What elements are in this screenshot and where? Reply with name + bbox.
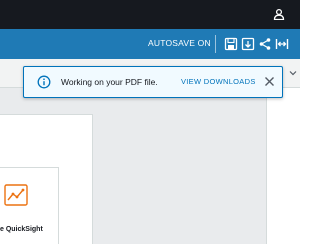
autosave-status[interactable]: AUTOSAVE ON xyxy=(148,38,211,48)
download-icon[interactable] xyxy=(241,37,255,51)
toolbar-divider xyxy=(215,35,216,53)
visual-card[interactable]: e QuickSight xyxy=(0,167,59,244)
user-icon[interactable] xyxy=(273,8,285,20)
chevron-down-icon[interactable] xyxy=(289,69,297,77)
analysis-canvas: e QuickSight xyxy=(0,88,300,244)
fit-width-icon[interactable] xyxy=(275,37,289,51)
share-icon[interactable] xyxy=(258,37,272,51)
line-chart-icon xyxy=(4,184,28,206)
analysis-toolbar: AUTOSAVE ON xyxy=(0,29,300,59)
right-side-panel xyxy=(266,88,300,244)
close-icon[interactable] xyxy=(264,76,275,87)
sheet-area: e QuickSight xyxy=(0,114,93,244)
save-icon[interactable] xyxy=(224,37,238,51)
top-navigation-bar xyxy=(0,0,300,29)
notification-message: Working on your PDF file. xyxy=(61,77,158,87)
view-downloads-link[interactable]: VIEW DOWNLOADS xyxy=(181,77,256,86)
visual-card-label: e QuickSight xyxy=(0,226,43,233)
info-icon xyxy=(37,75,51,89)
notification-toast: Working on your PDF file. VIEW DOWNLOADS xyxy=(23,66,283,98)
app-window: AUTOSAVE ON e QuickSight Working on your… xyxy=(0,0,300,244)
